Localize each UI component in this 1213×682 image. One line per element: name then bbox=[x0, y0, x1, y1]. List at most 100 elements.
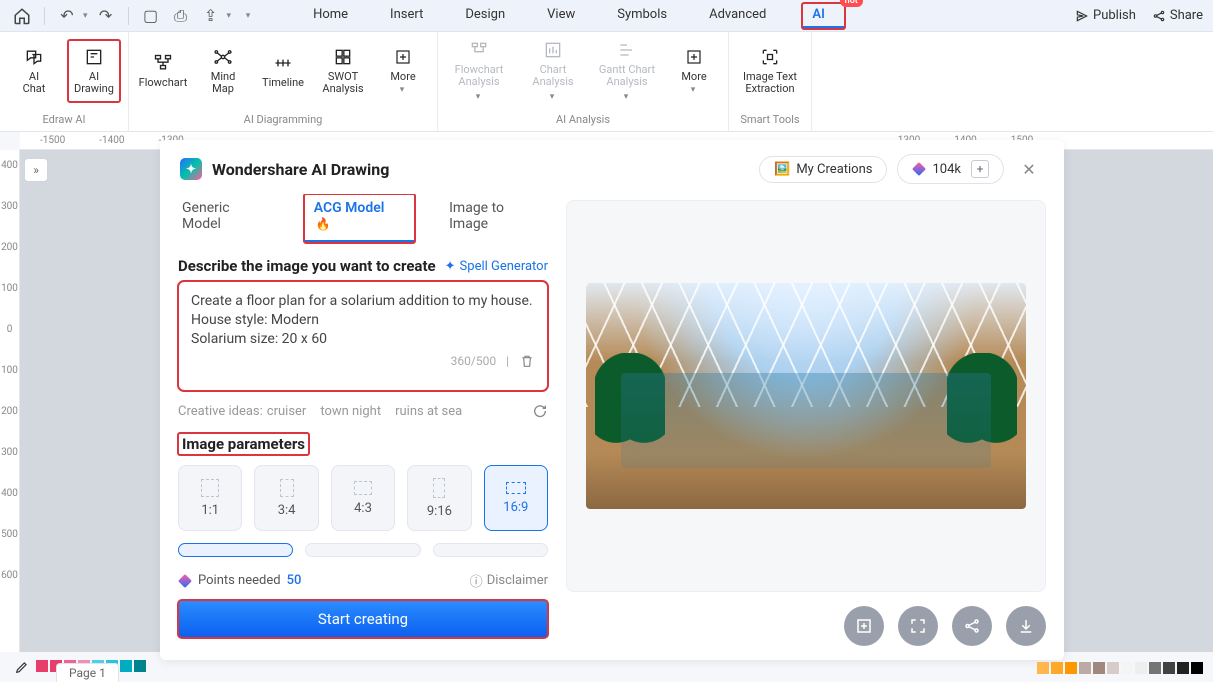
diag-more-button[interactable]: More▾ bbox=[377, 40, 429, 102]
share-button[interactable]: Share bbox=[1152, 8, 1203, 23]
tab-generic-model[interactable]: Generic Model bbox=[178, 194, 274, 243]
swatch[interactable] bbox=[1163, 662, 1175, 674]
generated-image[interactable] bbox=[586, 283, 1026, 509]
ai-chat-button[interactable]: AI Chat bbox=[8, 40, 60, 102]
tab-advanced[interactable]: Advanced bbox=[703, 3, 772, 29]
fullscreen-button[interactable] bbox=[898, 606, 938, 646]
tab-acg-model[interactable]: ACG Model🔥 bbox=[304, 194, 415, 243]
ratio-1-1[interactable]: 1:1 bbox=[178, 465, 242, 531]
swatch[interactable] bbox=[1121, 662, 1133, 674]
print-icon[interactable]: ⎙ bbox=[169, 4, 193, 28]
idea-ruins[interactable]: ruins at sea bbox=[395, 404, 462, 419]
flowchart-analysis-button[interactable]: Flowchart Analysis▾ bbox=[446, 40, 512, 102]
spell-generator-button[interactable]: ✦ Spell Generator bbox=[445, 259, 548, 274]
swatch[interactable] bbox=[1149, 662, 1161, 674]
image-text-extract-button[interactable]: Image Text Extraction bbox=[737, 40, 803, 102]
titlebar: ↶ ▾ ↷ ▢ ⎙ ⇪ ▾ ▾ Home Insert Design View Sy… bbox=[0, 0, 1213, 32]
param-option-1[interactable] bbox=[178, 543, 293, 557]
home-icon[interactable] bbox=[10, 4, 34, 28]
prompt-text[interactable]: Create a floor plan for a solarium addit… bbox=[191, 292, 535, 349]
add-credits-icon[interactable]: + bbox=[971, 160, 989, 178]
swatch[interactable] bbox=[1065, 662, 1077, 674]
swatch[interactable] bbox=[1037, 662, 1049, 674]
close-icon[interactable]: ✕ bbox=[1014, 160, 1044, 179]
download-button[interactable] bbox=[1006, 606, 1046, 646]
my-creations-button[interactable]: 🖼️ My Creations bbox=[759, 156, 887, 183]
color-swatches-right bbox=[1037, 662, 1203, 674]
tab-design[interactable]: Design bbox=[459, 3, 511, 29]
timeline-button[interactable]: Timeline bbox=[257, 40, 309, 102]
crop-icon bbox=[354, 481, 372, 495]
tab-symbols[interactable]: Symbols bbox=[611, 3, 673, 29]
ratio-4-3[interactable]: 4:3 bbox=[331, 465, 395, 531]
more-qat-icon[interactable]: ▾ bbox=[237, 4, 261, 28]
group-edraw-ai: Edraw AI bbox=[8, 110, 120, 130]
disclaimer-link[interactable]: ⓘ Disclaimer bbox=[470, 571, 548, 590]
ai-drawing-button[interactable]: AI Drawing bbox=[68, 40, 120, 102]
char-counter: 360/500 bbox=[451, 354, 496, 368]
swatch[interactable] bbox=[1051, 662, 1063, 674]
swatch[interactable] bbox=[36, 660, 48, 672]
gantt-analysis-button[interactable]: Gantt Chart Analysis▾ bbox=[594, 40, 660, 102]
ideas-label: Creative ideas: bbox=[178, 404, 263, 419]
group-analysis: AI Analysis bbox=[446, 110, 720, 130]
plus-icon bbox=[393, 47, 413, 67]
points-icon bbox=[178, 574, 192, 588]
ratio-9-16[interactable]: 9:16 bbox=[407, 465, 471, 531]
tab-insert[interactable]: Insert bbox=[384, 3, 429, 29]
info-icon: ⓘ bbox=[470, 571, 483, 590]
tab-image-to-image[interactable]: Image to Image bbox=[445, 194, 548, 243]
ratio-3-4[interactable]: 3:4 bbox=[254, 465, 318, 531]
ribbon: AI Chat AI Drawing Edraw AI Flowchart Mi… bbox=[0, 32, 1213, 132]
redo-icon[interactable]: ↷ bbox=[94, 4, 118, 28]
crop-icon bbox=[506, 482, 526, 494]
tab-view[interactable]: View bbox=[541, 3, 581, 29]
swatch[interactable] bbox=[120, 660, 132, 672]
swatch[interactable] bbox=[1107, 662, 1119, 674]
undo-chevron[interactable]: ▾ bbox=[83, 11, 88, 21]
export-chevron[interactable]: ▾ bbox=[227, 11, 232, 21]
trash-icon[interactable] bbox=[519, 353, 535, 369]
start-creating-button[interactable]: Start creating bbox=[178, 600, 548, 638]
credits-pill[interactable]: 104k + bbox=[897, 154, 1004, 184]
crop-icon bbox=[433, 478, 445, 498]
swatch[interactable] bbox=[1093, 662, 1105, 674]
swatch[interactable] bbox=[1177, 662, 1189, 674]
share-image-button[interactable] bbox=[952, 606, 992, 646]
flowchart-button[interactable]: Flowchart bbox=[137, 40, 189, 102]
swot-icon bbox=[333, 47, 353, 67]
swatch[interactable] bbox=[134, 660, 146, 672]
swatch[interactable] bbox=[1079, 662, 1091, 674]
ratio-16-9[interactable]: 16:9 bbox=[484, 465, 548, 531]
mindmap-button[interactable]: Mind Map bbox=[197, 40, 249, 102]
save-icon[interactable]: ▢ bbox=[139, 4, 163, 28]
preview-area bbox=[566, 200, 1046, 592]
export-icon[interactable]: ⇪ bbox=[199, 4, 223, 28]
ai-chat-icon bbox=[24, 47, 44, 67]
prompt-input[interactable]: Create a floor plan for a solarium addit… bbox=[178, 281, 548, 391]
crop-icon bbox=[280, 479, 294, 497]
hot-badge: hot bbox=[840, 0, 863, 7]
panel-title: Wondershare AI Drawing bbox=[212, 160, 389, 179]
swatch[interactable] bbox=[1135, 662, 1147, 674]
tab-home[interactable]: Home bbox=[307, 3, 354, 29]
idea-town-night[interactable]: town night bbox=[320, 404, 381, 419]
analysis-more-button[interactable]: More▾ bbox=[668, 40, 720, 102]
tab-ai[interactable]: AI hot bbox=[802, 3, 844, 29]
undo-icon[interactable]: ↶ bbox=[55, 4, 79, 28]
refresh-icon[interactable] bbox=[532, 403, 548, 419]
param-option-3[interactable] bbox=[433, 543, 548, 557]
credits-icon bbox=[913, 162, 927, 176]
swatch[interactable] bbox=[1191, 662, 1203, 674]
swot-button[interactable]: SWOT Analysis bbox=[317, 40, 369, 102]
pen-icon[interactable] bbox=[12, 658, 34, 674]
insert-to-canvas-button[interactable] bbox=[844, 606, 884, 646]
panel-expand-icon[interactable]: » bbox=[24, 158, 48, 182]
idea-cruiser[interactable]: cruiser bbox=[267, 404, 307, 419]
chart-analysis-button[interactable]: Chart Analysis▾ bbox=[520, 40, 586, 102]
group-diagramming: AI Diagramming bbox=[137, 110, 429, 130]
param-option-2[interactable] bbox=[305, 543, 420, 557]
plus-icon bbox=[684, 47, 704, 67]
publish-button[interactable]: Publish bbox=[1075, 8, 1136, 23]
page-tab[interactable]: Page 1 bbox=[56, 663, 119, 682]
